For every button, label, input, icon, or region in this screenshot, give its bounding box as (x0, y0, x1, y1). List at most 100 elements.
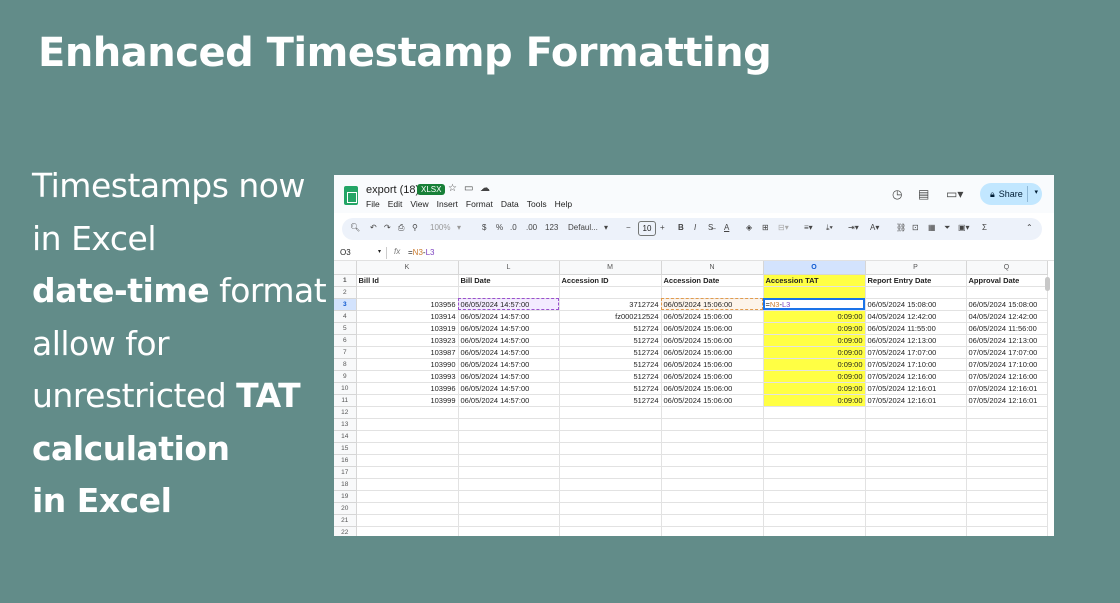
cell[interactable]: 06/05/2024 14:57:00 (458, 310, 560, 323)
cell[interactable] (356, 430, 459, 443)
cell[interactable] (661, 502, 764, 515)
cell[interactable] (559, 286, 662, 299)
cell[interactable]: 0:09:00 (763, 358, 866, 371)
cell[interactable] (458, 514, 560, 527)
column-header-o[interactable]: O (763, 261, 866, 275)
bold-button[interactable]: B (678, 223, 684, 232)
vertical-align-icon[interactable]: ⤓▾ (826, 223, 833, 233)
cell[interactable] (763, 514, 866, 527)
comments-icon[interactable]: ▤ (918, 187, 929, 201)
cell[interactable] (661, 442, 764, 455)
cell[interactable]: 04/05/2024 12:42:00 (865, 310, 967, 323)
row-header[interactable]: 22 (334, 526, 357, 536)
cell[interactable]: 0:09:00 (763, 382, 866, 395)
cell[interactable] (661, 418, 764, 431)
cell[interactable]: 07/05/2024 12:16:01 (966, 382, 1048, 395)
cell[interactable] (763, 454, 866, 467)
cell[interactable] (458, 478, 560, 491)
row-header[interactable]: 1 (334, 274, 357, 287)
merge-cells-icon[interactable]: ⊟▾ (778, 223, 789, 232)
cell[interactable] (763, 490, 866, 503)
cell[interactable] (865, 514, 967, 527)
cell[interactable]: 06/05/2024 12:13:00 (966, 334, 1048, 347)
menu-insert[interactable]: Insert (437, 199, 458, 209)
cell[interactable] (559, 490, 662, 503)
cell[interactable]: 512724 (559, 334, 662, 347)
cell[interactable]: 06/05/2024 15:06:00 (661, 382, 764, 395)
redo-icon[interactable]: ↷ (384, 223, 391, 232)
star-icon[interactable]: ☆ (448, 183, 457, 194)
cell[interactable] (763, 478, 866, 491)
cell[interactable] (661, 514, 764, 527)
cell[interactable] (966, 526, 1048, 536)
cell[interactable] (559, 514, 662, 527)
cell[interactable] (966, 442, 1048, 455)
row-header[interactable]: 13 (334, 418, 357, 431)
cell[interactable] (356, 514, 459, 527)
cell[interactable] (356, 418, 459, 431)
cell[interactable] (661, 430, 764, 443)
cell[interactable] (356, 286, 459, 299)
row-header[interactable]: 20 (334, 502, 357, 515)
row-header[interactable]: 7 (334, 346, 357, 359)
insert-comment-icon[interactable]: ⊡ (912, 223, 919, 232)
row-header[interactable]: 11 (334, 394, 357, 407)
cell[interactable]: 06/05/2024 11:56:00 (966, 322, 1048, 335)
column-header-p[interactable]: P (865, 261, 967, 275)
row-header[interactable]: 15 (334, 442, 357, 455)
cell[interactable]: 512724 (559, 346, 662, 359)
font-size-increase-icon[interactable]: + (660, 223, 665, 232)
row-header[interactable]: 12 (334, 406, 357, 419)
cell[interactable]: 06/05/2024 15:08:00 (865, 298, 967, 311)
cell[interactable] (865, 466, 967, 479)
text-wrapping-icon[interactable]: ⇥▾ (848, 223, 859, 232)
print-icon[interactable]: ⎙ (398, 223, 404, 233)
cell[interactable] (559, 442, 662, 455)
cell[interactable]: 103919 (356, 322, 459, 335)
column-header-q[interactable]: Q (966, 261, 1048, 275)
cell[interactable]: 103987 (356, 346, 459, 359)
chevron-down-icon[interactable]: ▾ (604, 223, 608, 232)
decrease-decimal-button[interactable]: .0 (510, 223, 517, 232)
header-cell[interactable]: Accession TAT (763, 274, 866, 287)
cell[interactable]: 07/05/2024 17:07:00 (865, 346, 967, 359)
cell[interactable] (356, 526, 459, 536)
cell[interactable]: 512724 (559, 322, 662, 335)
cell[interactable] (865, 418, 967, 431)
italic-button[interactable]: I (694, 223, 696, 232)
move-folder-icon[interactable]: ▭ (464, 183, 473, 194)
chevron-up-icon[interactable]: ⌃ (1026, 223, 1033, 232)
row-header[interactable]: 18 (334, 478, 357, 491)
cell[interactable]: 0:09:00 (763, 322, 866, 335)
increase-decimal-button[interactable]: .00 (526, 223, 537, 232)
menu-data[interactable]: Data (501, 199, 519, 209)
chevron-down-icon[interactable]: ▾ (1034, 188, 1038, 196)
font-size-decrease-icon[interactable]: − (626, 223, 631, 232)
cell[interactable]: 0:09:00 (763, 394, 866, 407)
cell[interactable]: 3712724 (559, 298, 662, 311)
insert-chart-icon[interactable]: ▦ (928, 223, 936, 232)
column-header-m[interactable]: M (559, 261, 662, 275)
row-header[interactable]: 16 (334, 454, 357, 467)
cell[interactable] (559, 418, 662, 431)
cell[interactable]: 06/05/2024 15:06:00 (661, 310, 764, 323)
cell[interactable]: 06/05/2024 14:57:00 (458, 382, 560, 395)
cloud-status-icon[interactable]: ☁ (480, 183, 490, 194)
cell[interactable] (356, 454, 459, 467)
header-cell[interactable]: Accession Date (661, 274, 764, 287)
cell[interactable]: 06/05/2024 14:57:00 (458, 298, 560, 311)
cell[interactable]: 06/05/2024 14:57:00 (458, 394, 560, 407)
row-header[interactable]: 10 (334, 382, 357, 395)
cell[interactable]: 0:09:00 (763, 346, 866, 359)
cell[interactable] (966, 454, 1048, 467)
cell[interactable]: 04/05/2024 12:42:00 (966, 310, 1048, 323)
strikethrough-icon[interactable]: S̶ (708, 223, 713, 232)
sheets-logo-icon[interactable] (344, 186, 358, 205)
menu-file[interactable]: File (366, 199, 380, 209)
text-color-button[interactable]: A (724, 223, 729, 232)
row-header[interactable]: 19 (334, 490, 357, 503)
font-size-input[interactable]: 10 (638, 221, 656, 236)
column-header-l[interactable]: L (458, 261, 560, 275)
cell[interactable]: 512724 (559, 370, 662, 383)
cell[interactable] (559, 526, 662, 536)
